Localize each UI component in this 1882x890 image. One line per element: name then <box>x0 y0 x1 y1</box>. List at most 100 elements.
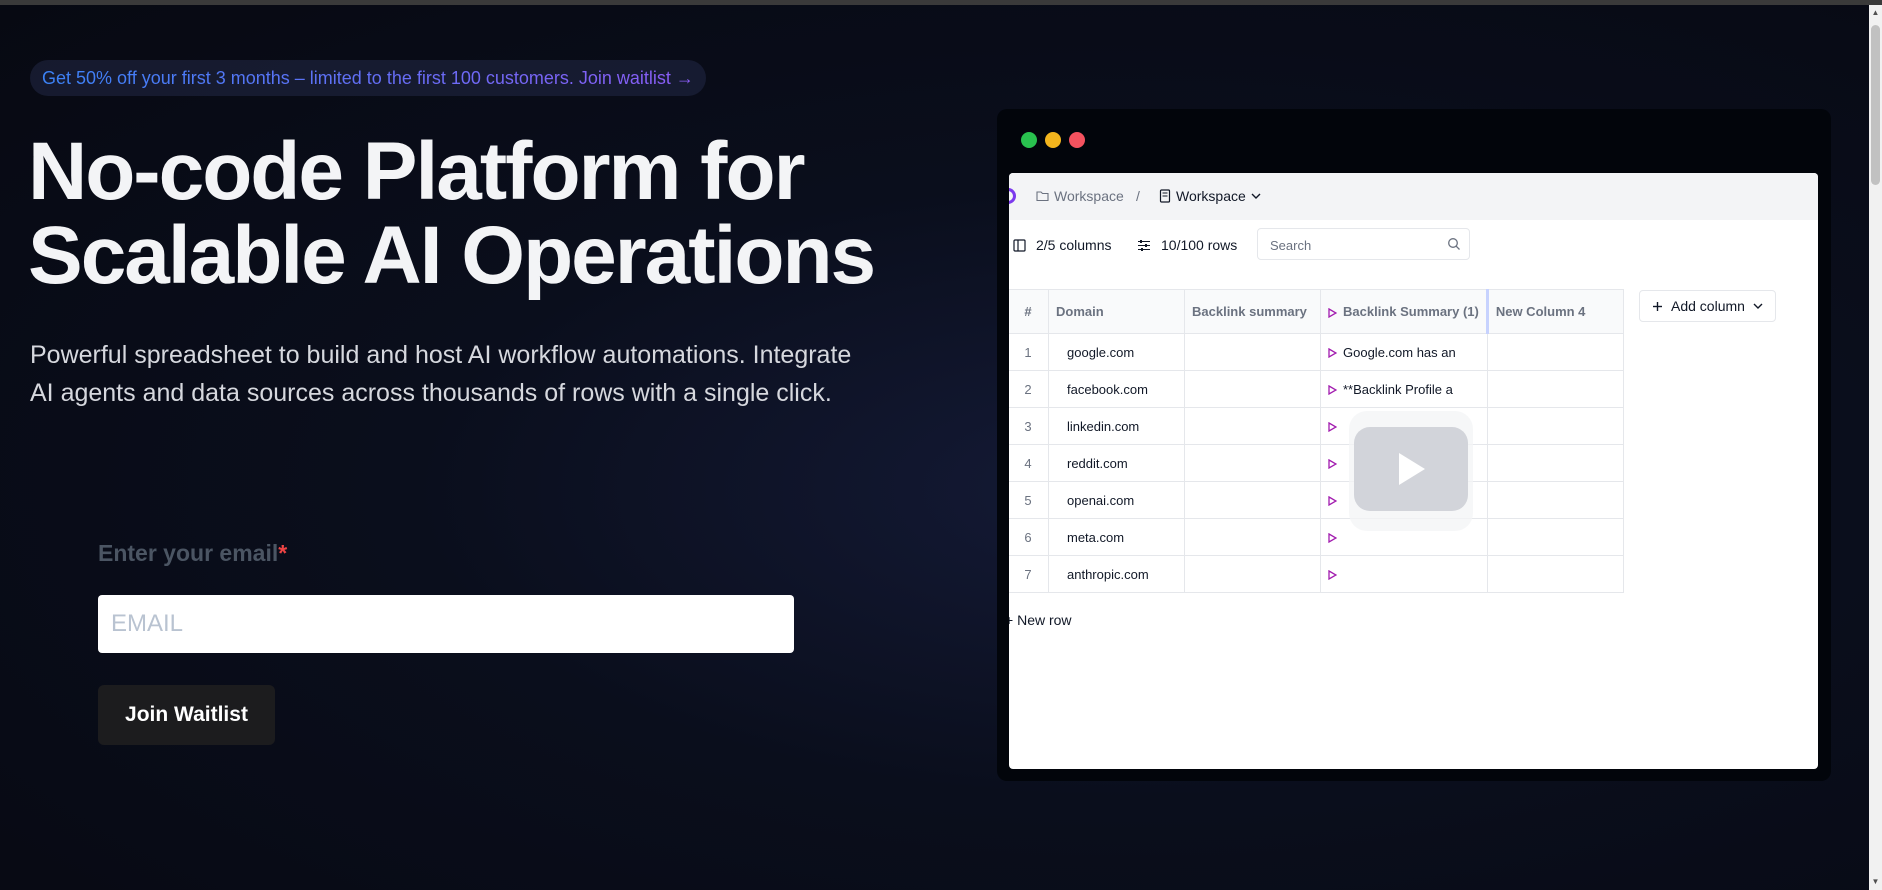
cell-new-column-4[interactable] <box>1486 370 1624 408</box>
cell-domain[interactable]: meta.com <box>1048 518 1185 556</box>
cell-domain[interactable]: linkedin.com <box>1048 407 1185 445</box>
table-row[interactable]: 2 facebook.com **Backlink Profile a <box>1009 370 1624 408</box>
column-header-domain[interactable]: Domain <box>1048 289 1185 334</box>
new-row-button[interactable]: + New row <box>1009 612 1072 628</box>
cell-domain[interactable]: anthropic.com <box>1048 555 1185 593</box>
breadcrumb-current-label: Workspace <box>1176 188 1246 204</box>
search-input[interactable] <box>1268 235 1442 255</box>
scroll-up-arrow[interactable]: ▲ <box>1869 5 1882 21</box>
cell-backlink-summary-1[interactable]: Google.com has an <box>1320 333 1488 371</box>
cell-new-column-4[interactable] <box>1486 444 1624 482</box>
new-row-label: New row <box>1017 612 1072 628</box>
cell-backlink-summary[interactable] <box>1184 333 1321 371</box>
cell-backlink-summary[interactable] <box>1184 481 1321 519</box>
row-number: 2 <box>1009 370 1049 408</box>
add-column-button[interactable]: Add column <box>1639 290 1776 322</box>
column-header-backlink-summary-1[interactable]: Backlink Summary (1) <box>1320 289 1489 334</box>
browser-top-edge <box>0 0 1882 5</box>
cell-domain[interactable]: openai.com <box>1048 481 1185 519</box>
play-icon[interactable] <box>1328 533 1337 544</box>
title-line-2: Scalable AI Operations <box>28 210 876 301</box>
add-column-label: Add column <box>1671 298 1745 314</box>
play-icon[interactable] <box>1328 570 1337 581</box>
plus-icon: + <box>1009 612 1014 628</box>
column-header-label: Backlink Summary (1) <box>1343 304 1479 319</box>
table-row[interactable]: 5 openai.com <box>1009 481 1624 519</box>
play-icon[interactable] <box>1328 307 1337 318</box>
cell-backlink-summary[interactable] <box>1184 555 1321 593</box>
columns-icon <box>1013 238 1026 252</box>
sliders-icon <box>1138 239 1150 251</box>
cell-backlink-summary[interactable] <box>1184 518 1321 556</box>
window-minimize-dot <box>1045 132 1061 148</box>
rows-toggle[interactable]: 10/100 rows <box>1137 237 1237 253</box>
page-title: No-code Platform for Scalable AI Operati… <box>28 130 876 301</box>
promo-text[interactable]: Get 50% off your first 3 months – limite… <box>42 68 694 89</box>
chevron-down-icon <box>1753 303 1763 309</box>
email-field[interactable] <box>98 595 794 653</box>
columns-count: 2/5 columns <box>1036 237 1112 253</box>
title-line-1: No-code Platform for <box>28 126 805 217</box>
cell-new-column-4[interactable] <box>1486 555 1624 593</box>
cell-backlink-summary-1[interactable]: **Backlink Profile a <box>1320 370 1488 408</box>
cell-domain[interactable]: google.com <box>1048 333 1185 371</box>
app-header: Workspace / Workspace <box>1009 173 1818 220</box>
play-icon[interactable] <box>1328 385 1337 396</box>
document-icon <box>1159 189 1171 203</box>
play-icon[interactable] <box>1328 459 1337 470</box>
email-label: Enter your email* <box>98 540 287 567</box>
table-header-row: # Domain Backlink summary Backlink Summa… <box>1009 289 1624 334</box>
table-row[interactable]: 3 linkedin.com <box>1009 407 1624 445</box>
play-icon[interactable] <box>1328 496 1337 507</box>
page-scrollbar[interactable]: ▲ ▼ <box>1869 5 1882 890</box>
promo-banner[interactable]: Get 50% off your first 3 months – limite… <box>30 60 706 96</box>
table-search[interactable] <box>1257 228 1470 260</box>
table-row[interactable]: 4 reddit.com <box>1009 444 1624 482</box>
breadcrumb-folder[interactable]: Workspace <box>1036 188 1124 204</box>
column-header-backlink-summary[interactable]: Backlink summary <box>1184 289 1321 334</box>
column-header-new-column-4[interactable]: New Column 4 <box>1486 289 1624 334</box>
spreadsheet-app: Workspace / Workspace 2/5 columns 10/100… <box>1009 173 1818 769</box>
cell-backlink-summary-1[interactable] <box>1320 555 1488 593</box>
scrollbar-thumb[interactable] <box>1871 25 1880 185</box>
row-number: 1 <box>1009 333 1049 371</box>
row-number: 7 <box>1009 555 1049 593</box>
page-subtitle: Powerful spreadsheet to build and host A… <box>30 341 852 407</box>
email-label-text: Enter your email <box>98 540 279 566</box>
window-maximize-dot <box>1021 132 1037 148</box>
column-header-index: # <box>1009 289 1049 334</box>
row-number: 3 <box>1009 407 1049 445</box>
table-row[interactable]: 7 anthropic.com <box>1009 555 1624 593</box>
video-play-overlay[interactable] <box>1349 411 1473 531</box>
join-waitlist-button[interactable]: Join Waitlist <box>98 685 275 745</box>
folder-icon <box>1036 191 1049 202</box>
cell-new-column-4[interactable] <box>1486 407 1624 445</box>
breadcrumb-folder-label: Workspace <box>1054 188 1124 204</box>
app-logo <box>1009 188 1016 204</box>
app-preview-window: Workspace / Workspace 2/5 columns 10/100… <box>997 109 1831 781</box>
app-toolbar: 2/5 columns 10/100 rows <box>1009 220 1818 278</box>
rows-count: 10/100 rows <box>1161 237 1238 253</box>
cell-new-column-4[interactable] <box>1486 481 1624 519</box>
scroll-down-arrow[interactable]: ▼ <box>1869 874 1882 890</box>
columns-toggle[interactable]: 2/5 columns <box>1013 237 1111 253</box>
cell-new-column-4[interactable] <box>1486 333 1624 371</box>
breadcrumb-separator: / <box>1136 188 1140 204</box>
video-play-button[interactable] <box>1354 427 1468 511</box>
plus-icon <box>1653 301 1662 311</box>
cell-backlink-summary[interactable] <box>1184 370 1321 408</box>
cell-new-column-4[interactable] <box>1486 518 1624 556</box>
search-icon[interactable] <box>1447 237 1461 251</box>
cell-backlink-summary[interactable] <box>1184 444 1321 482</box>
play-icon <box>1399 453 1425 485</box>
row-number: 4 <box>1009 444 1049 482</box>
breadcrumb-current[interactable]: Workspace <box>1159 188 1261 204</box>
play-icon[interactable] <box>1328 348 1337 359</box>
cell-domain[interactable]: facebook.com <box>1048 370 1185 408</box>
row-number: 6 <box>1009 518 1049 556</box>
play-icon[interactable] <box>1328 422 1337 433</box>
table-row[interactable]: 6 meta.com <box>1009 518 1624 556</box>
cell-domain[interactable]: reddit.com <box>1048 444 1185 482</box>
table-row[interactable]: 1 google.com Google.com has an <box>1009 333 1624 371</box>
cell-backlink-summary[interactable] <box>1184 407 1321 445</box>
